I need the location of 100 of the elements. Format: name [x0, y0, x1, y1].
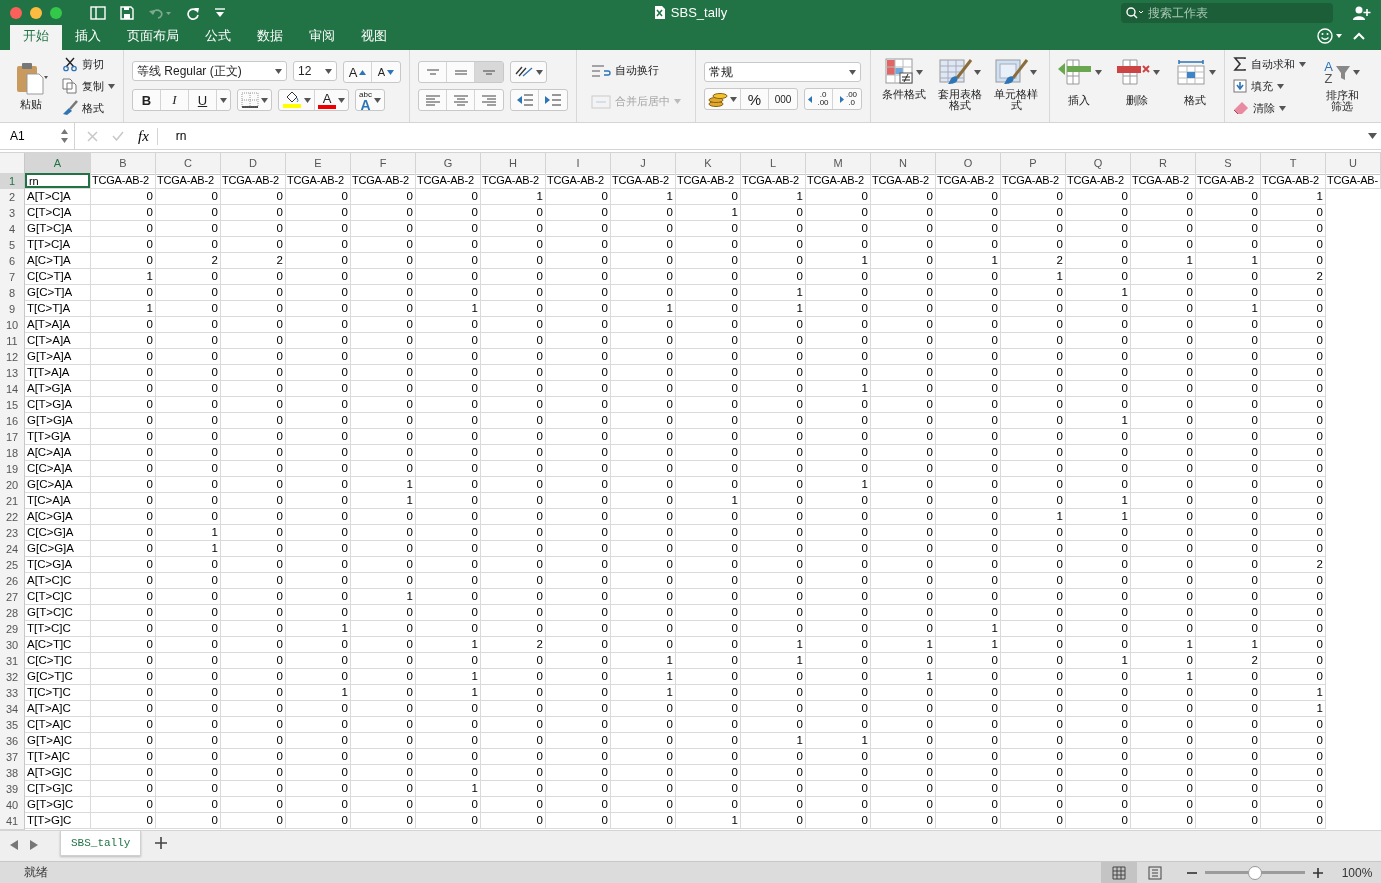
format-painter-button[interactable]: 格式 [62, 100, 115, 116]
table-cell[interactable]: TCGA-AB-2 [91, 173, 156, 189]
table-cell[interactable]: 0 [1001, 557, 1066, 573]
table-cell[interactable]: 0 [741, 781, 806, 797]
table-cell[interactable]: C[T>G]A [25, 397, 91, 413]
format-cells-icon[interactable] [1174, 58, 1207, 86]
table-cell[interactable]: 0 [871, 301, 936, 317]
table-cell[interactable]: 0 [546, 557, 611, 573]
table-cell[interactable]: 0 [741, 221, 806, 237]
table-cell[interactable]: 0 [741, 749, 806, 765]
table-cell[interactable]: 0 [351, 381, 416, 397]
table-cell[interactable]: 1 [286, 685, 351, 701]
table-cell[interactable]: 0 [741, 349, 806, 365]
column-header[interactable]: G [416, 153, 481, 175]
table-cell[interactable]: 0 [806, 573, 871, 589]
table-cell[interactable]: 0 [546, 525, 611, 541]
table-cell[interactable]: 0 [286, 349, 351, 365]
table-cell[interactable]: 0 [1001, 493, 1066, 509]
table-cell[interactable]: 0 [806, 765, 871, 781]
table-cell[interactable]: 0 [741, 397, 806, 413]
table-cell[interactable]: 0 [286, 797, 351, 813]
table-cell[interactable]: 1 [741, 189, 806, 205]
table-cell[interactable]: 0 [1196, 205, 1261, 221]
table-cell[interactable]: 0 [286, 749, 351, 765]
table-cell[interactable]: 0 [416, 765, 481, 781]
table-cell[interactable]: 0 [546, 301, 611, 317]
table-cell[interactable]: 0 [481, 269, 546, 285]
caret-icon[interactable] [1152, 69, 1160, 75]
table-cell[interactable]: 0 [221, 413, 286, 429]
table-cell[interactable]: 0 [416, 733, 481, 749]
grid-view-button[interactable] [1101, 862, 1137, 883]
table-cell[interactable]: 0 [286, 653, 351, 669]
table-cell[interactable]: 0 [1131, 781, 1196, 797]
table-cell[interactable]: 0 [936, 557, 1001, 573]
column-header[interactable]: K [676, 153, 741, 175]
smiley-icon[interactable] [1317, 28, 1343, 44]
table-cell[interactable]: G[C>A]A [25, 477, 91, 493]
table-cell[interactable]: 0 [546, 509, 611, 525]
caret-icon[interactable] [730, 96, 737, 102]
table-cell[interactable]: 0 [1131, 301, 1196, 317]
table-cell[interactable]: 0 [1001, 477, 1066, 493]
decrease-decimal-button[interactable]: .00 .0 [833, 89, 861, 109]
table-cell[interactable]: T[C>G]A [25, 557, 91, 573]
table-cell[interactable]: 0 [871, 733, 936, 749]
table-cell[interactable]: 0 [156, 749, 221, 765]
table-cell[interactable]: 0 [676, 349, 741, 365]
table-cell[interactable]: 0 [221, 765, 286, 781]
table-cell[interactable]: 0 [1196, 621, 1261, 637]
table-cell[interactable]: 0 [676, 429, 741, 445]
table-cell[interactable]: 0 [1131, 333, 1196, 349]
table-cell[interactable]: 0 [871, 589, 936, 605]
column-header[interactable]: L [741, 153, 806, 175]
table-cell[interactable]: 0 [91, 621, 156, 637]
table-cell[interactable]: 2 [221, 253, 286, 269]
table-cell[interactable]: 0 [676, 765, 741, 781]
table-cell[interactable]: 0 [611, 333, 676, 349]
table-cell[interactable]: 0 [676, 589, 741, 605]
table-cell[interactable]: 0 [91, 381, 156, 397]
table-cell[interactable]: 0 [871, 813, 936, 829]
table-cell[interactable]: 0 [1196, 237, 1261, 253]
table-cell[interactable]: 0 [1001, 525, 1066, 541]
column-header[interactable]: R [1131, 153, 1196, 175]
table-cell[interactable]: 0 [611, 253, 676, 269]
table-cell[interactable]: 0 [91, 365, 156, 381]
table-cell[interactable]: 0 [1131, 797, 1196, 813]
table-cell[interactable]: 0 [221, 525, 286, 541]
table-cell[interactable]: 0 [286, 253, 351, 269]
table-cell[interactable]: 0 [1066, 813, 1131, 829]
table-cell[interactable]: 0 [806, 413, 871, 429]
table-cell[interactable]: 0 [1131, 509, 1196, 525]
table-cell[interactable]: 0 [1261, 669, 1326, 685]
font-name-field[interactable]: 等线 Regular (正文) [132, 61, 287, 81]
fill-button[interactable]: 填充 [1233, 78, 1306, 94]
table-cell[interactable]: 0 [481, 237, 546, 253]
table-cell[interactable]: 0 [1196, 813, 1261, 829]
table-cell[interactable]: 0 [156, 557, 221, 573]
table-cell[interactable]: 0 [1196, 765, 1261, 781]
table-cell[interactable]: 1 [351, 493, 416, 509]
table-cell[interactable]: 0 [1261, 781, 1326, 797]
table-cell[interactable]: 0 [91, 749, 156, 765]
table-cell[interactable]: 0 [91, 637, 156, 653]
table-cell[interactable]: 0 [351, 461, 416, 477]
ribbon-tab[interactable]: 页面布局 [114, 23, 192, 50]
table-cell[interactable]: 0 [1131, 221, 1196, 237]
table-cell[interactable]: 0 [871, 333, 936, 349]
table-cell[interactable]: 0 [871, 621, 936, 637]
table-cell[interactable]: 0 [91, 701, 156, 717]
table-cell[interactable]: 0 [351, 669, 416, 685]
table-cell[interactable]: 0 [286, 605, 351, 621]
table-cell[interactable]: T[T>G]C [25, 813, 91, 829]
table-cell[interactable]: 0 [611, 765, 676, 781]
table-cell[interactable]: 0 [416, 813, 481, 829]
table-cell[interactable]: 0 [1066, 349, 1131, 365]
table-cell[interactable]: 0 [351, 717, 416, 733]
table-cell[interactable]: 0 [91, 461, 156, 477]
table-cell[interactable]: 0 [546, 717, 611, 733]
table-cell[interactable]: 0 [1261, 333, 1326, 349]
phonetic-button[interactable]: abc A [356, 90, 384, 110]
table-cell[interactable]: G[T>G]A [25, 413, 91, 429]
table-cell[interactable]: 0 [871, 221, 936, 237]
